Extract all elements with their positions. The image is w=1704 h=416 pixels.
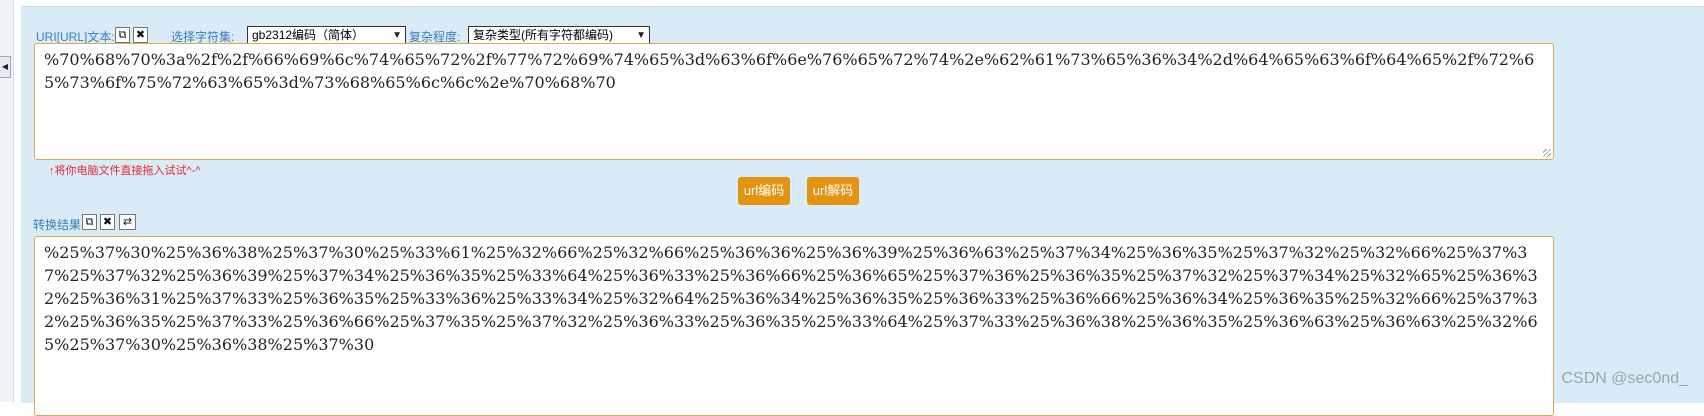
result-clear-button[interactable]: ✖	[100, 214, 115, 230]
url-decode-button[interactable]: url解码	[807, 177, 859, 205]
charset-selected-value: gb2312编码（简体）	[252, 28, 365, 42]
close-icon: ✖	[135, 28, 146, 41]
csdn-watermark: CSDN @sec0nd_	[1561, 370, 1688, 387]
drag-file-hint: ↑将你电脑文件直接拖入试试^-^	[49, 165, 201, 177]
swap-icon: ⇄	[122, 215, 133, 228]
result-text: %25%37%30%25%36%38%25%37%30%25%33%61%25%…	[44, 243, 1538, 354]
chevron-down-icon: ▼	[392, 30, 402, 41]
url-input-text: %70%68%70%3a%2f%2f%66%69%6c%74%65%72%2f%…	[44, 50, 1535, 92]
copy-icon: ⧉	[85, 215, 94, 228]
result-swap-button[interactable]: ⇄	[119, 214, 136, 230]
resize-grip-icon[interactable]	[1543, 149, 1551, 157]
url-tool-panel: URI[URL]文本: ⧉ ✖ 选择字符集: gb2312编码（简体） ▼ 复杂…	[21, 6, 1704, 416]
triangle-left-icon: ◀	[1, 62, 9, 71]
copy-icon: ⧉	[118, 28, 127, 41]
url-encode-button[interactable]: url编码	[738, 177, 790, 205]
collapse-sidebar-button[interactable]: ◀	[0, 56, 11, 78]
result-copy-button[interactable]: ⧉	[82, 214, 97, 230]
close-icon: ✖	[102, 215, 113, 228]
input-clear-button[interactable]: ✖	[133, 27, 148, 43]
result-label: 转换结果:	[33, 218, 85, 232]
result-textarea[interactable]: %25%37%30%25%36%38%25%37%30%25%33%61%25%…	[34, 236, 1554, 416]
url-input-textarea[interactable]: %70%68%70%3a%2f%2f%66%69%6c%74%65%72%2f%…	[34, 43, 1554, 160]
chevron-down-icon: ▼	[636, 30, 646, 41]
input-copy-button[interactable]: ⧉	[115, 27, 130, 43]
complexity-selected-value: 复杂类型(所有字符都编码)	[473, 28, 613, 42]
